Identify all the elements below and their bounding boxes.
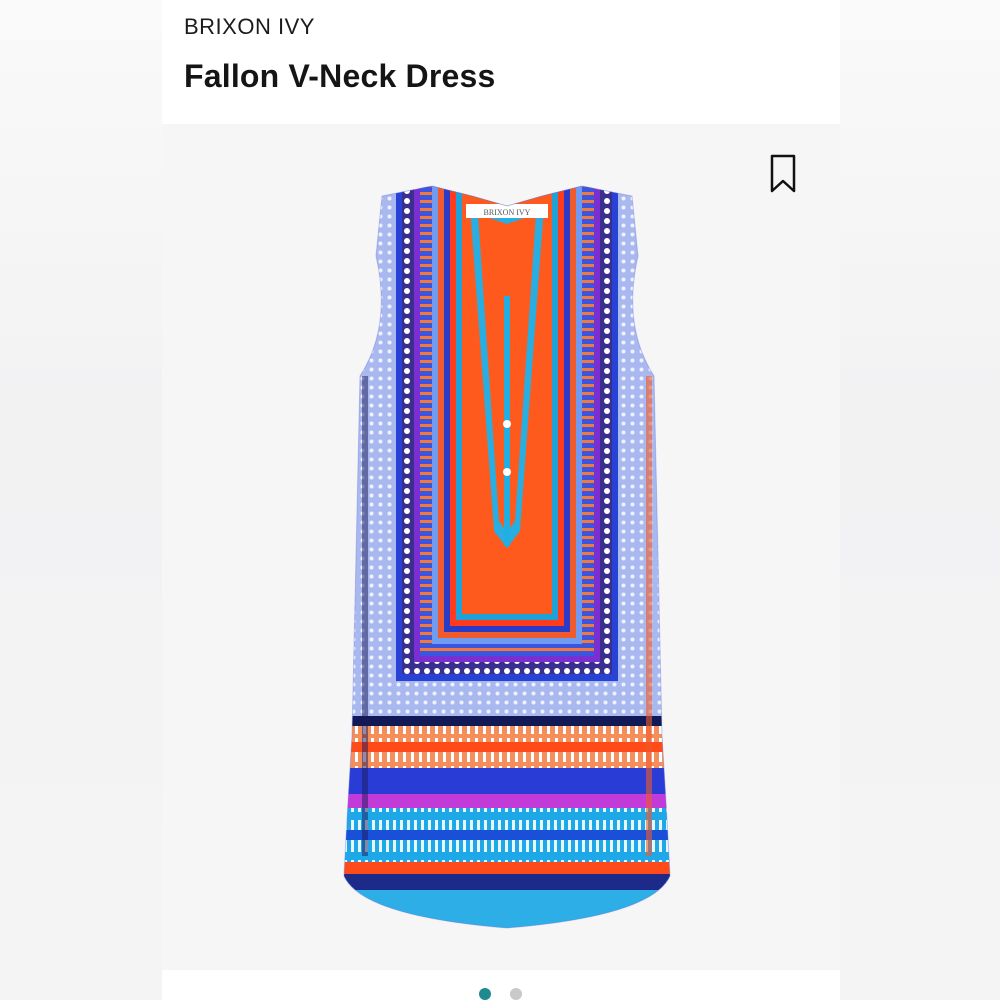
product-title: Fallon V-Neck Dress <box>184 58 496 94</box>
bookmark-icon[interactable] <box>768 154 798 194</box>
garment-label: BRIXON IVY <box>484 208 531 217</box>
product-photo[interactable]: BRIXON IVY <box>162 124 840 970</box>
gallery-pager <box>0 984 1000 1000</box>
dress-image: BRIXON IVY <box>343 185 671 929</box>
pager-dot-active[interactable] <box>479 988 491 1000</box>
right-backdrop <box>840 0 1000 1000</box>
product-card: BRIXON IVY Fallon V-Neck Dress BRIXON IV… <box>162 0 840 1000</box>
brand-name[interactable]: BRIXON IVY <box>184 14 315 40</box>
pager-dot[interactable] <box>510 988 522 1000</box>
left-backdrop <box>0 0 162 1000</box>
